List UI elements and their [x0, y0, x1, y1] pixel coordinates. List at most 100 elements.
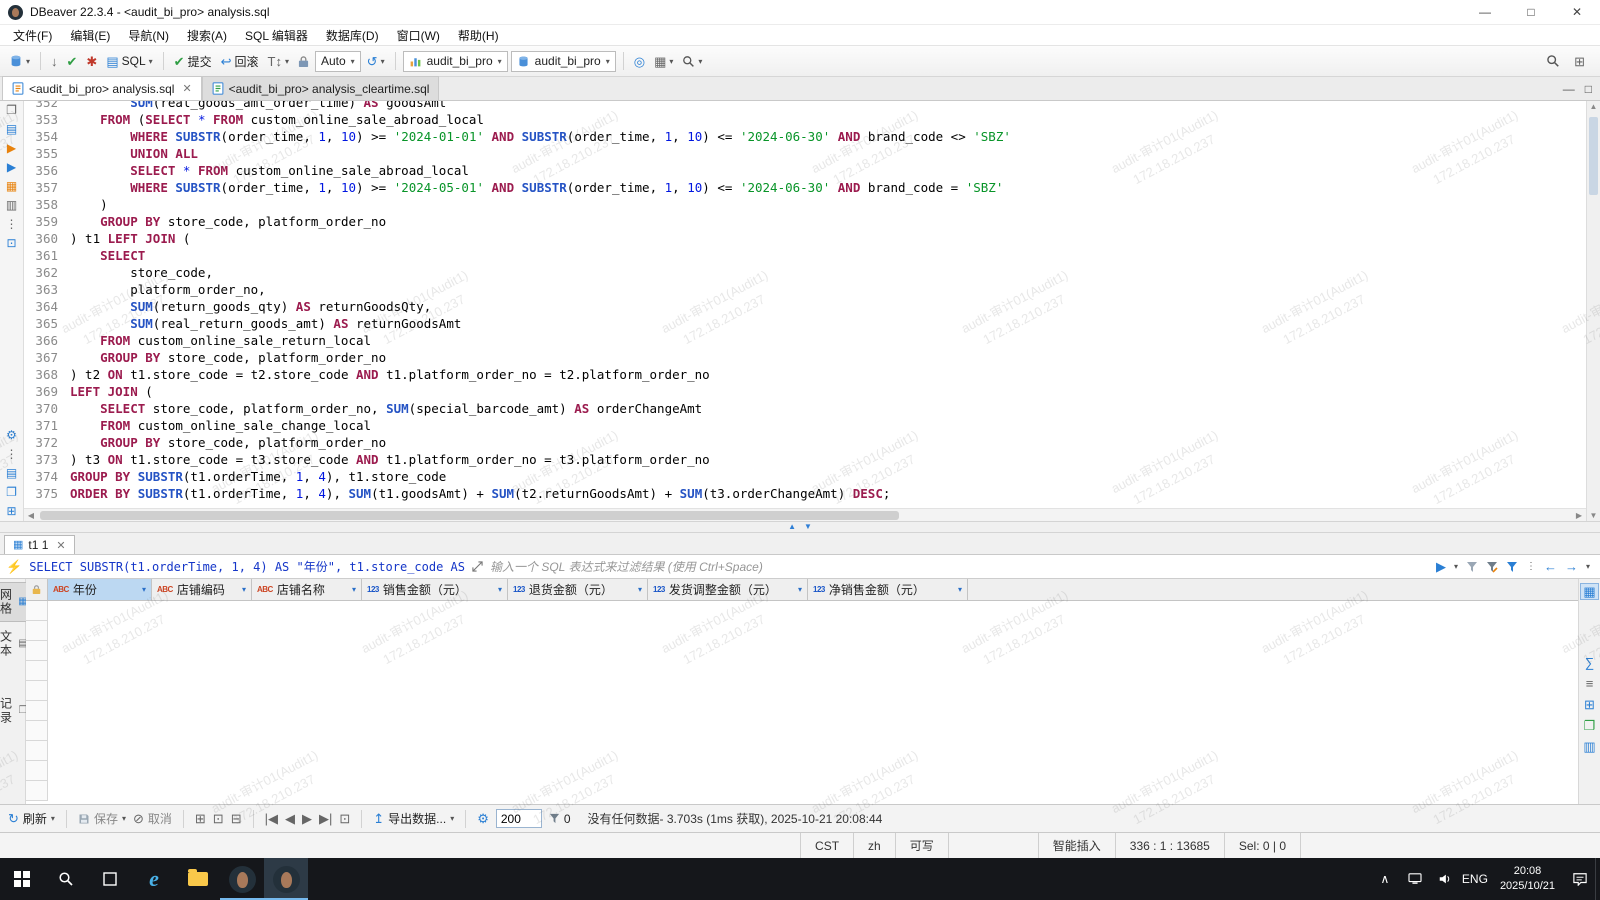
filter-input[interactable]: 输入一个 SQL 表达式来过滤结果 (使用 Ctrl+Space)	[490, 558, 1429, 575]
grid-empty-area[interactable]	[48, 601, 1578, 804]
code-line[interactable]: 371 FROM custom_online_sale_change_local	[24, 417, 1586, 434]
code-line[interactable]: 370 SELECT store_code, platform_order_no…	[24, 400, 1586, 417]
gear-icon[interactable]: ⚙	[6, 429, 17, 441]
code-line[interactable]: 369 LEFT JOIN (	[24, 383, 1586, 400]
clear-filter-icon[interactable]	[1466, 561, 1478, 573]
grid-corner-cell[interactable]	[26, 579, 48, 601]
column-menu-caret-icon[interactable]: ▾	[498, 585, 502, 594]
first-page-icon[interactable]: |◀	[265, 812, 278, 825]
column-menu-caret-icon[interactable]: ▾	[638, 585, 642, 594]
next-page-icon[interactable]: ▶	[302, 812, 312, 825]
code-line[interactable]: 367 GROUP BY store_code, platform_order_…	[24, 349, 1586, 366]
code-line[interactable]: 365 SUM(real_return_goods_amt) AS return…	[24, 315, 1586, 332]
column-menu-caret-icon[interactable]: ▾	[242, 585, 246, 594]
editor-horizontal-scrollbar[interactable]: ◀ ▶	[24, 508, 1586, 521]
filter-count-button[interactable]: 0	[549, 812, 571, 826]
column-header-4[interactable]: 123 销售金额（元） ▾	[362, 579, 508, 601]
code-line[interactable]: 364 SUM(return_goods_qty) AS returnGoods…	[24, 298, 1586, 315]
row-number-cell[interactable]	[26, 681, 48, 701]
row-number-cell[interactable]	[26, 761, 48, 781]
forward-icon[interactable]: →	[1565, 560, 1578, 573]
code-line[interactable]: 375 ORDER BY SUBSTR(t1.orderTime, 1, 4), …	[24, 485, 1586, 502]
quick-search-button[interactable]	[1543, 52, 1563, 70]
taskbar-search-button[interactable]	[44, 858, 88, 900]
scroll-left-icon[interactable]: ◀	[24, 511, 38, 520]
menu-file[interactable]: 文件(F)	[4, 25, 61, 46]
connections-icon[interactable]: ▤	[6, 123, 17, 135]
goto-row-icon[interactable]: ⊡	[339, 812, 350, 825]
language-indicator[interactable]: ENG	[1460, 858, 1490, 900]
tab-close-icon[interactable]: ✕	[179, 82, 191, 95]
navigator-sync-button[interactable]: ◎	[631, 53, 648, 70]
code-line[interactable]: 361 SELECT	[24, 247, 1586, 264]
fetch-size-input[interactable]	[495, 809, 542, 828]
scroll-down-icon[interactable]: ▼	[1587, 511, 1600, 520]
column-menu-caret-icon[interactable]: ▾	[958, 585, 962, 594]
scroll-right-icon[interactable]: ▶	[1572, 511, 1586, 520]
edit-filter-icon[interactable]	[1486, 561, 1498, 573]
dbeaver-app-button-2[interactable]	[264, 858, 308, 900]
code-line[interactable]: 357 WHERE SUBSTR(order_time, 1, 10) >= '…	[24, 179, 1586, 196]
execute-check-button[interactable]: ✔	[64, 53, 81, 70]
result-tab-t1[interactable]: ▦ t1 1 ✕	[4, 535, 75, 554]
code-line[interactable]: 368) t2 ON t1.store_code = t2.store_code…	[24, 366, 1586, 383]
menu-edit[interactable]: 编辑(E)	[61, 25, 119, 46]
result-tab-close-icon[interactable]: ✕	[53, 539, 65, 552]
menu-search[interactable]: 搜索(A)	[178, 25, 236, 46]
metadata-panel-icon[interactable]: ≡	[1586, 677, 1594, 690]
delete-row-icon[interactable]: ⊟	[231, 812, 242, 825]
code-line[interactable]: 352 SUM(real_goods_amt_order_time) AS go…	[24, 101, 1586, 111]
references-panel-icon[interactable]: ❐	[1584, 719, 1596, 732]
code-viewport[interactable]: 352 SUM(real_goods_amt_order_time) AS go…	[24, 101, 1586, 521]
layout-button[interactable]: ▦ ▾	[651, 53, 676, 70]
scroll-up-icon[interactable]: ▲	[1587, 102, 1600, 111]
apply-filter-icon[interactable]: ▶	[1436, 560, 1446, 573]
maximize-button[interactable]: □	[1508, 0, 1554, 24]
execute-statement-icon[interactable]: ▶	[7, 142, 16, 154]
duplicate-row-icon[interactable]: ⊡	[213, 812, 224, 825]
volume-icon[interactable]	[1430, 858, 1460, 900]
abort-button[interactable]: ✱	[83, 53, 100, 70]
dbeaver-app-button-1[interactable]	[220, 858, 264, 900]
tab-analysis-cleartime-sql[interactable]: <audit_bi_pro> analysis_cleartime.sql	[201, 76, 440, 100]
notification-center-button[interactable]	[1565, 858, 1595, 900]
grouping-panel-icon[interactable]: ▥	[1583, 740, 1595, 753]
restore-panel-icon[interactable]: ❐	[6, 104, 17, 116]
column-menu-caret-icon[interactable]: ▾	[352, 585, 356, 594]
task-view-button[interactable]	[88, 858, 132, 900]
code-line[interactable]: 353 FROM (SELECT * FROM custom_online_sa…	[24, 111, 1586, 128]
code-line[interactable]: 366 FROM custom_online_sale_return_local	[24, 332, 1586, 349]
grid-body[interactable]	[26, 601, 1578, 804]
calc-panel-icon[interactable]: ∑	[1585, 656, 1594, 669]
column-header-1[interactable]: ABC 年份 ▾	[48, 579, 152, 601]
connection-selector[interactable]: audit_bi_pro ▾	[402, 50, 508, 72]
column-header-5[interactable]: 123 退货金额（元） ▾	[508, 579, 648, 601]
scroll-thumb[interactable]	[1589, 117, 1598, 195]
last-page-icon[interactable]: ▶|	[319, 812, 332, 825]
maximize-pane-icon[interactable]: □	[1585, 82, 1592, 96]
save-filter-icon[interactable]	[1506, 561, 1518, 573]
rollback-button[interactable]: ↩ 回滚	[218, 51, 262, 72]
transaction-lock-button[interactable]	[295, 53, 312, 70]
code-line[interactable]: 373) t3 ON t1.store_code = t3.store_code…	[24, 451, 1586, 468]
minimize-pane-icon[interactable]: —	[1563, 82, 1575, 96]
value-panel-icon[interactable]: ▦	[1580, 583, 1599, 600]
save-button[interactable]: 保存 ▾	[78, 810, 126, 827]
code-line[interactable]: 374 GROUP BY SUBSTR(t1.orderTime, 1, 4), …	[24, 468, 1586, 485]
export-data-button[interactable]: ↥ 导出数据... ▾	[373, 810, 454, 827]
schema-selector[interactable]: audit_bi_pro ▾	[510, 50, 616, 72]
collapse-up-icon[interactable]: ▲	[788, 523, 796, 531]
row-number-cell[interactable]	[26, 721, 48, 741]
tray-expand-icon[interactable]: ∧	[1370, 858, 1400, 900]
editor-results-splitter[interactable]: ▲ ▼	[0, 521, 1600, 533]
status-caret-position[interactable]: 336 : 1 : 13685	[1114, 833, 1224, 858]
copy-script-icon[interactable]: ❐	[6, 486, 17, 498]
filter-history-caret-icon[interactable]: ▾	[1454, 562, 1458, 571]
code-lines[interactable]: 352 SUM(real_goods_amt_order_time) AS go…	[24, 101, 1586, 508]
tab-analysis-sql[interactable]: <audit_bi_pro> analysis.sql ✕	[2, 76, 202, 100]
row-number-cell[interactable]	[26, 741, 48, 761]
execute-script-icon[interactable]: ▶	[7, 161, 16, 173]
new-sql-editor-button[interactable]: ▾	[6, 52, 33, 70]
code-line[interactable]: 358 )	[24, 196, 1586, 213]
minimize-button[interactable]: —	[1462, 0, 1508, 24]
